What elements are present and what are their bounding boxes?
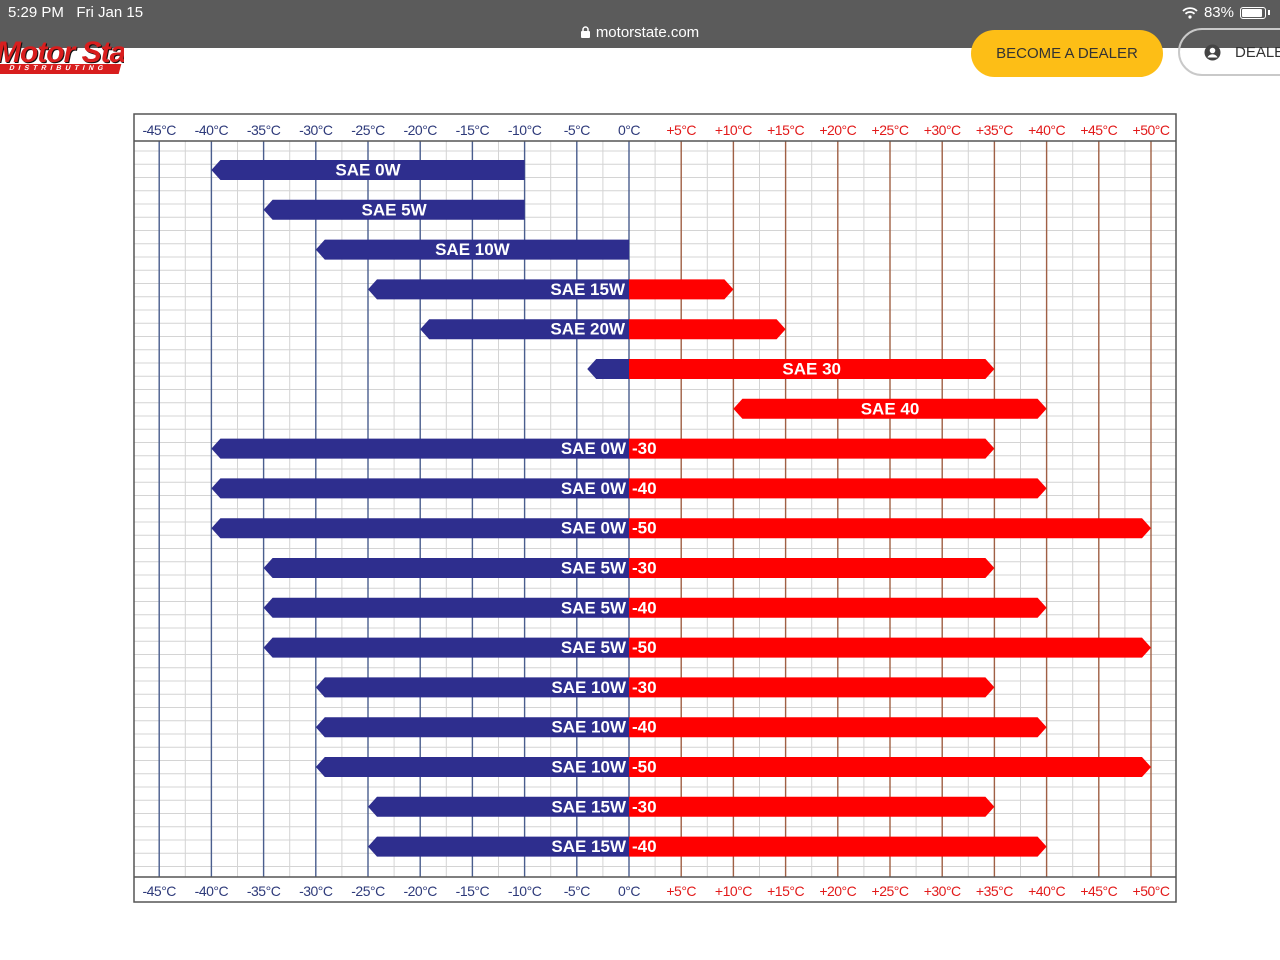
bottom-tick-label: +5°C [666,883,696,899]
bar-label: SAE 40 [861,399,920,418]
bottom-tick-label: +20°C [819,883,856,899]
hot-bar-segment [629,279,734,300]
top-tick-label: -35°C [247,122,281,138]
hot-bar-segment [629,597,1047,618]
bottom-tick-label: -40°C [195,883,229,899]
bar-label-left: SAE 0W [561,479,627,498]
top-tick-label: -10°C [508,122,542,138]
bar-label-right: -30 [632,797,657,816]
top-tick-label: -20°C [403,122,437,138]
bar-label: SAE 10W [435,240,511,259]
hot-bar-segment [629,319,786,340]
bar-label-right: -50 [632,638,657,657]
bar-label: SAE 5W [362,200,428,219]
top-tick-label: -40°C [195,122,229,138]
bar-label-right: -30 [632,439,657,458]
bottom-tick-label: -15°C [456,883,490,899]
top-tick-label: +35°C [976,122,1013,138]
bar-label-left: SAE 0W [561,519,627,538]
oil-viscosity-chart: -45°C -45°C -40°C -40°C -35°C -35°C -30°C -30°C… [133,113,1177,903]
bottom-tick-label: -25°C [351,883,385,899]
bottom-tick-label: -20°C [403,883,437,899]
top-tick-label: +5°C [666,122,696,138]
bottom-tick-label: +40°C [1028,883,1065,899]
top-tick-label: +30°C [924,122,961,138]
bottom-tick-label: +30°C [924,883,961,899]
bottom-tick-label: -5°C [564,883,591,899]
bar-label-right: -50 [632,519,657,538]
top-tick-label: +20°C [819,122,856,138]
bottom-tick-label: -10°C [508,883,542,899]
top-tick-label: -15°C [456,122,490,138]
bar-label: SAE 20W [550,320,626,339]
top-tick-label: +40°C [1028,122,1065,138]
bar-label-left: SAE 10W [551,678,627,697]
bar-label-right: -40 [632,479,657,498]
bar-label-left: SAE 10W [551,718,627,737]
hot-bar-segment [629,677,995,698]
bottom-tick-label: -35°C [247,883,281,899]
hot-bar-segment [629,757,1151,777]
hot-bar-segment [629,438,995,459]
top-tick-label: +10°C [715,122,752,138]
hot-bar-segment [629,478,1047,499]
bar-label-right: -30 [632,678,657,697]
hot-bar-segment [629,836,1047,857]
bar-label-right: -30 [632,558,657,577]
top-tick-label: +45°C [1080,122,1117,138]
hot-bar-segment [629,518,1151,539]
bottom-tick-label: +10°C [715,883,752,899]
bottom-tick-label: +50°C [1133,883,1170,899]
hot-bar-segment [629,796,995,817]
bar-label-left: SAE 5W [561,558,627,577]
hot-bar-segment [629,717,1047,738]
bar-label-right: -50 [632,757,657,776]
bar-label-left: SAE 15W [551,837,627,856]
bottom-tick-label: 0°C [618,883,640,899]
bar-label-left: SAE 5W [561,598,627,617]
bar-label: SAE 15W [550,280,626,299]
bottom-tick-label: +35°C [976,883,1013,899]
bar-label-left: SAE 10W [551,757,627,776]
bar-label: SAE 30 [782,359,841,378]
top-tick-label: 0°C [618,122,640,138]
top-tick-label: +25°C [872,122,909,138]
bar-label: SAE 0W [335,160,401,179]
top-tick-label: -45°C [142,122,176,138]
bar-label-right: -40 [632,837,657,856]
top-tick-label: +50°C [1133,122,1170,138]
bottom-tick-label: +45°C [1080,883,1117,899]
bar-label-right: -40 [632,718,657,737]
top-tick-label: -25°C [351,122,385,138]
bottom-tick-label: -30°C [299,883,333,899]
bar-label-left: SAE 5W [561,638,627,657]
bottom-tick-label: -45°C [142,883,176,899]
top-tick-label: -5°C [564,122,591,138]
bar-label-left: SAE 0W [561,439,627,458]
hot-bar-segment [629,558,995,578]
bottom-tick-label: +15°C [767,883,804,899]
hot-bar-segment [629,637,1151,658]
bottom-tick-label: +25°C [872,883,909,899]
top-tick-label: +15°C [767,122,804,138]
top-tick-label: -30°C [299,122,333,138]
bar-label-right: -40 [632,598,657,617]
bar-label-left: SAE 15W [551,797,627,816]
